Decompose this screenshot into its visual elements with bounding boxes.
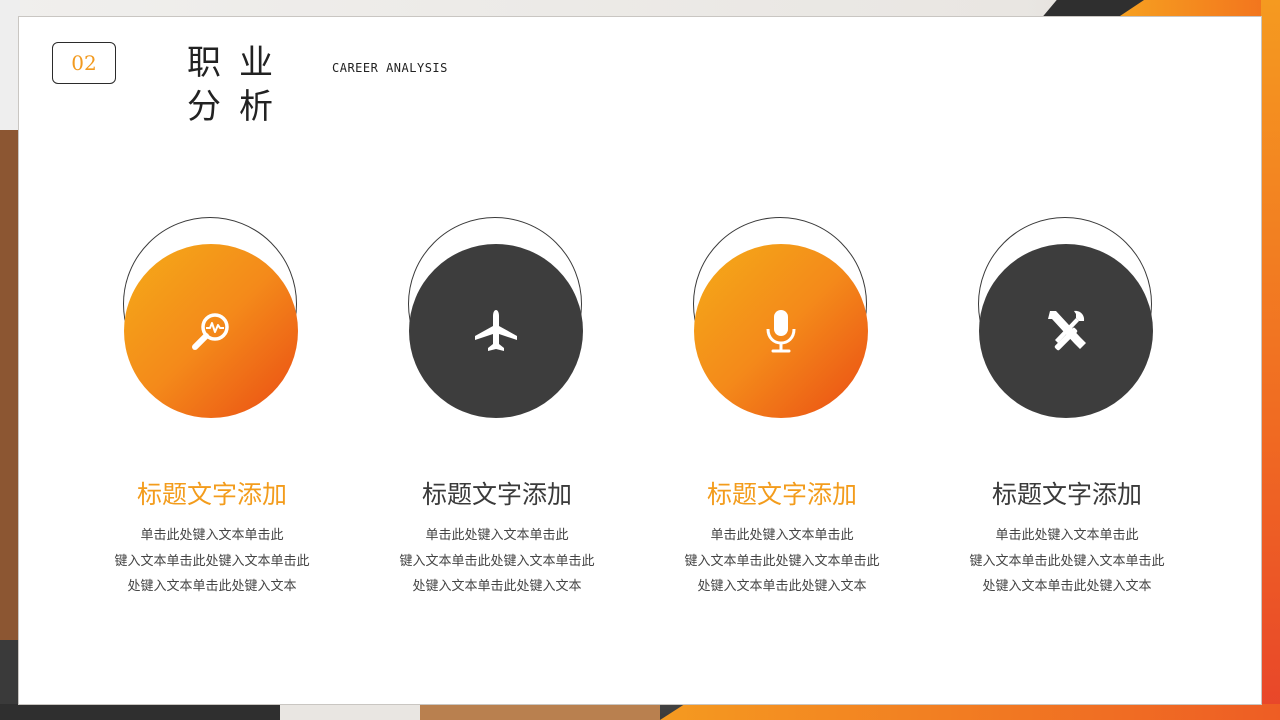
- page-subtitle: CAREER ANALYSIS: [332, 61, 448, 75]
- icon-disc: [409, 244, 583, 418]
- orange-corner-accent: [1120, 0, 1280, 16]
- slide-card: 02 职业分析 CAREER ANALYSIS 标题文字添加 单击此处键入文本单…: [18, 16, 1262, 705]
- description-line: 处键入文本单击此处键入文本: [127, 579, 297, 594]
- description-line: 处键入文本单击此处键入文本: [982, 579, 1152, 594]
- description-line: 单击此处键入文本单击此: [425, 528, 569, 543]
- icon-disc: [124, 244, 298, 418]
- description-line: 单击此处键入文本单击此: [140, 528, 284, 543]
- search-pulse-icon: [192, 313, 229, 350]
- description-line: 处键入文本单击此处键入文本: [412, 579, 582, 594]
- description-line: 单击此处键入文本单击此: [710, 528, 854, 543]
- feature-item: 标题文字添加 单击此处键入文本单击此 键入文本单击此处键入文本单击此 处键入文本…: [642, 217, 922, 597]
- item-title: 标题文字添加: [136, 480, 287, 509]
- airplane-icon: [475, 310, 517, 351]
- description-line: 键入文本单击此处键入文本单击此: [684, 553, 880, 569]
- description-line: 键入文本单击此处键入文本单击此: [399, 553, 595, 569]
- feature-item: 标题文字添加 单击此处键入文本单击此 键入文本单击此处键入文本单击此 处键入文本…: [927, 217, 1207, 597]
- orange-right-accent: [1261, 0, 1280, 720]
- item-description: 单击此处键入文本单击此 键入文本单击此处键入文本单击此 处键入文本单击此处键入文…: [927, 523, 1207, 600]
- microphone-icon: [766, 310, 796, 353]
- icon-disc: [979, 244, 1153, 418]
- description-line: 处键入文本单击此处键入文本: [697, 579, 867, 594]
- item-title: 标题文字添加: [991, 480, 1142, 509]
- feature-item: 标题文字添加 单击此处键入文本单击此 键入文本单击此处键入文本单击此 处键入文本…: [357, 217, 637, 597]
- item-description: 单击此处键入文本单击此 键入文本单击此处键入文本单击此 处键入文本单击此处键入文…: [357, 523, 637, 600]
- description-line: 键入文本单击此处键入文本单击此: [969, 553, 1165, 569]
- tools-icon: [1048, 310, 1086, 351]
- feature-item: 标题文字添加 单击此处键入文本单击此 键入文本单击此处键入文本单击此 处键入文本…: [72, 217, 352, 597]
- item-title: 标题文字添加: [421, 480, 572, 509]
- background-bottom-strip: [0, 704, 660, 720]
- item-description: 单击此处键入文本单击此 键入文本单击此处键入文本单击此 处键入文本单击此处键入文…: [642, 523, 922, 600]
- icon-disc: [694, 244, 868, 418]
- item-description: 单击此处键入文本单击此 键入文本单击此处键入文本单击此 处键入文本单击此处键入文…: [72, 523, 352, 600]
- page-title: 职业分析: [187, 43, 291, 127]
- description-line: 键入文本单击此处键入文本单击此: [114, 553, 310, 569]
- orange-bottom-accent: [660, 704, 1280, 720]
- section-number-badge: 02: [52, 42, 116, 84]
- description-line: 单击此处键入文本单击此: [995, 528, 1139, 543]
- background-left-wall: [0, 0, 20, 720]
- item-title: 标题文字添加: [706, 480, 857, 509]
